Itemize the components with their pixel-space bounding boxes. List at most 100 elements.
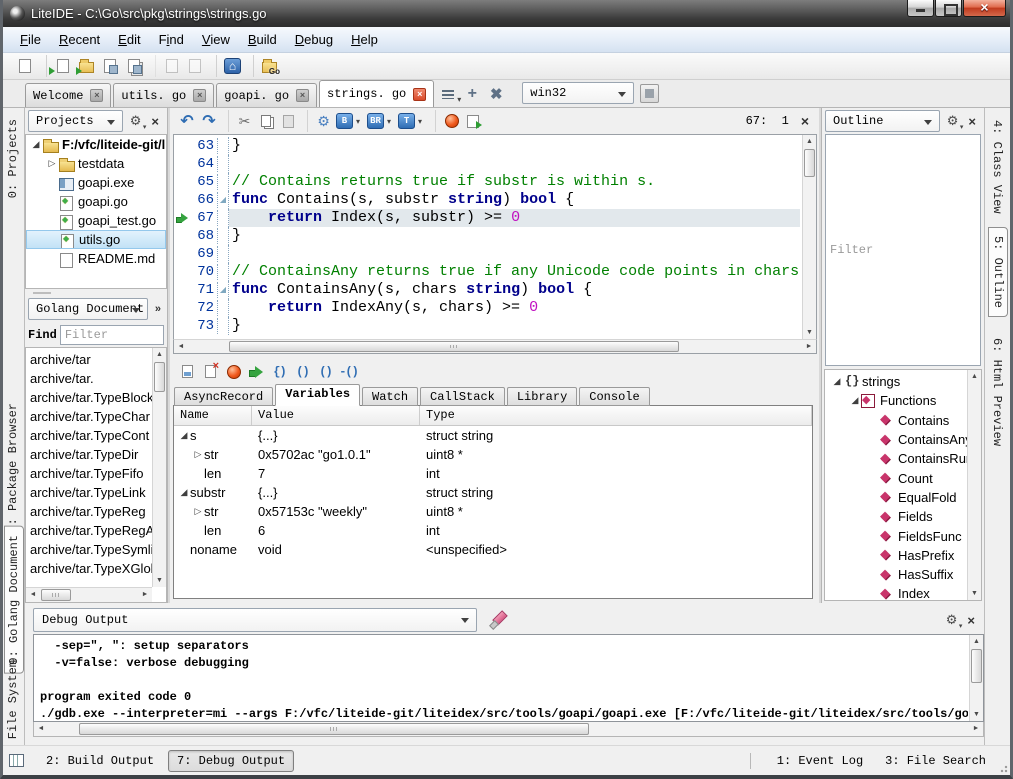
fold-marker-icon[interactable] (218, 245, 229, 263)
line-number[interactable]: 70 (190, 264, 218, 280)
scroll-up-icon[interactable]: ▲ (968, 370, 981, 383)
fold-marker-icon[interactable] (218, 263, 229, 281)
editor-tab[interactable]: Welcome × (25, 83, 111, 107)
output-vscrollbar[interactable]: ▲ ▼ (969, 635, 983, 721)
menu-item[interactable]: Find (150, 29, 193, 50)
fold-marker-icon[interactable]: ◢ (218, 191, 229, 209)
line-number[interactable]: 73 (190, 318, 218, 334)
scroll-down-icon[interactable]: ▼ (970, 708, 983, 721)
outline-combobox[interactable]: Outline (825, 110, 940, 132)
debug-export-button[interactable] (462, 110, 484, 132)
close-button[interactable] (963, 0, 1006, 17)
undo-button[interactable]: ↶ (176, 110, 198, 132)
minimize-button[interactable] (907, 0, 934, 17)
code-line[interactable]: 66 ◢ func Contains(s, substr string) boo… (174, 191, 800, 209)
fold-marker-icon[interactable] (218, 155, 229, 173)
project-tree-item[interactable]: ◢ F:/vfc/liteide-git/liteidex (26, 135, 166, 154)
fold-marker-icon[interactable] (218, 299, 229, 317)
document-list-item[interactable]: archive/tar.TypeReg (30, 502, 152, 521)
editor-tab[interactable]: goapi. go × (216, 83, 317, 107)
redo-button[interactable]: ↷ (198, 110, 220, 132)
tree-expander-icon[interactable]: ◢ (30, 139, 42, 150)
line-number[interactable]: 72 (190, 300, 218, 316)
debug-step-button[interactable]: {) (268, 361, 291, 383)
show-log-button[interactable] (176, 361, 199, 383)
variable-row[interactable]: ◢substr {...} struct string (174, 483, 812, 502)
scroll-down-icon[interactable]: ▼ (803, 326, 816, 339)
tab-close-icon[interactable]: × (413, 88, 426, 101)
scroll-right-icon[interactable]: ► (802, 340, 816, 353)
sidebar-strip-tab[interactable]: 5: Outline (988, 227, 1008, 317)
document-list-item[interactable]: archive/tar.TypeDir (30, 445, 152, 464)
toolbar-icon[interactable] (122, 55, 146, 77)
scrollbar-thumb[interactable] (971, 649, 982, 683)
line-number[interactable]: 69 (190, 246, 218, 262)
chevron-down-icon[interactable]: ▾ (353, 117, 363, 126)
build-run-menu[interactable]: BR▾ (367, 113, 394, 129)
project-tree-item[interactable]: utils.go (26, 230, 166, 249)
panel-close-icon[interactable]: × (961, 114, 981, 129)
tab-close-icon[interactable]: × (193, 89, 206, 102)
sidebar-strip-tab[interactable]: 4: Class View (988, 112, 1006, 222)
more-button[interactable]: » (152, 303, 164, 315)
code-editor[interactable]: 63 } 64 65 (173, 134, 817, 339)
outline-item[interactable]: EqualFold (825, 488, 967, 507)
editor-tab[interactable]: strings. go × (319, 80, 434, 107)
document-list-item[interactable]: archive/tar.TypeCont (30, 426, 152, 445)
tab-list-button[interactable] (436, 82, 460, 106)
gear-icon[interactable]: ⚙ (944, 113, 962, 129)
line-number[interactable]: 67 (190, 210, 218, 226)
menu-item[interactable]: Build (239, 29, 286, 50)
tree-expander-icon[interactable]: ◢ (178, 487, 190, 498)
output-hscrollbar[interactable]: ◄ ► (33, 722, 984, 737)
debug-step-button[interactable]: () (291, 361, 314, 383)
project-tree-item[interactable]: goapi_test.go (26, 211, 166, 230)
scroll-left-icon[interactable]: ◄ (174, 340, 188, 353)
tree-expander-icon[interactable]: ▷ (46, 158, 58, 169)
column-header-type[interactable]: Type (420, 406, 812, 425)
variable-row[interactable]: len 7 int (174, 464, 812, 483)
toolbar-icon[interactable] (13, 55, 37, 77)
editor-tab[interactable]: utils. go × (113, 83, 214, 107)
line-number[interactable]: 65 (190, 174, 218, 190)
chevron-down-icon[interactable]: ▾ (384, 117, 394, 126)
fold-marker-icon[interactable] (218, 317, 229, 335)
outline-vscrollbar[interactable]: ▲ ▼ (967, 370, 981, 600)
output-pane-toggle[interactable]: 2: Build Output (38, 751, 162, 771)
scroll-left-icon[interactable]: ◄ (26, 588, 40, 602)
output-pane-toggle[interactable]: 1: Event Log (769, 751, 871, 771)
variable-row[interactable]: ◢s {...} struct string (174, 426, 812, 445)
sidebar-strip-tab[interactable]: 8: Package Browser (4, 395, 22, 541)
scroll-left-icon[interactable]: ◄ (34, 722, 48, 736)
line-number[interactable]: 64 (190, 156, 218, 172)
scrollbar-thumb[interactable] (41, 589, 71, 601)
tree-expander-icon[interactable]: ◢ (831, 376, 843, 387)
scroll-up-icon[interactable]: ▲ (970, 635, 983, 648)
fold-marker-icon[interactable] (218, 227, 229, 245)
editor-close-icon[interactable]: × (789, 113, 819, 129)
debug-output-text[interactable]: -sep=", ": setup separators -v=false: ve… (33, 634, 984, 722)
projects-combobox[interactable]: Projects (28, 110, 123, 132)
outline-item[interactable]: HasPrefix (825, 546, 967, 565)
code-line[interactable]: 71 ◢ func ContainsAny(s, chars string) b… (174, 281, 800, 299)
golang-document-combobox[interactable]: Golang Document (28, 298, 148, 320)
code-line[interactable]: 67 return Index(s, substr) >= 0 (174, 209, 800, 227)
document-list-item[interactable]: archive/tar.TypeRegA (30, 521, 152, 540)
output-pane-combobox[interactable]: Debug Output (33, 608, 477, 632)
tree-expander-icon[interactable]: ▷ (192, 506, 204, 517)
document-list-vscrollbar[interactable]: ▲ ▼ (152, 348, 166, 587)
fold-marker-icon[interactable] (218, 137, 229, 155)
document-list-item[interactable]: archive/tar.TypeBlock (30, 388, 152, 407)
split-editor-button[interactable]: + (460, 82, 484, 106)
code-line[interactable]: 73 } (174, 317, 800, 335)
code-line[interactable]: 65 // Contains returns true if substr is… (174, 173, 800, 191)
outline-item[interactable]: Contains (825, 411, 967, 430)
code-line[interactable]: 68 } (174, 227, 800, 245)
scroll-right-icon[interactable]: ► (969, 722, 983, 736)
tree-expander-icon[interactable]: ◢ (849, 395, 861, 406)
toolbar-icon[interactable]: ⌂ (216, 55, 244, 77)
toolbar-icon[interactable] (74, 55, 98, 77)
paste-button[interactable] (277, 110, 299, 132)
clear-output-button[interactable] (485, 610, 511, 630)
document-list-item[interactable]: archive/tar.TypeFifo (30, 464, 152, 483)
